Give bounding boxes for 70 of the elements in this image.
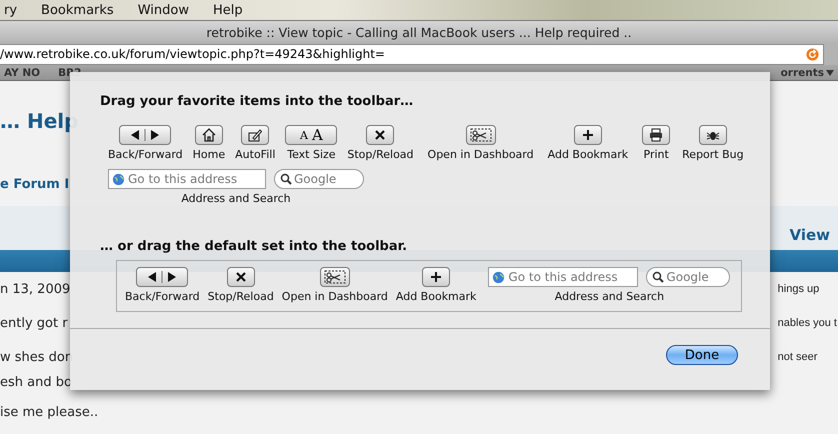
item-label: AutoFill: [235, 148, 276, 161]
plus-icon: [580, 128, 595, 142]
post-text: w shes don: [0, 348, 74, 366]
sheet-heading: Drag your favorite items into the toolbar…: [99, 94, 414, 109]
plus-icon: [429, 270, 444, 284]
topic-heading: … Help: [0, 109, 80, 133]
bug-button[interactable]: [698, 125, 727, 145]
search-icon: [280, 173, 292, 185]
close-icon: [234, 270, 248, 284]
post-text: hings up: [778, 282, 820, 297]
item-label: Address and Search: [181, 192, 291, 205]
post-text: ently got r: [0, 314, 69, 332]
pencil-icon: [248, 128, 262, 142]
back-forward-button[interactable]: [119, 125, 172, 145]
reload-icon[interactable]: [806, 48, 819, 61]
item-label: Stop/Reload: [347, 148, 414, 161]
house-icon: [202, 128, 216, 142]
bookmark-button[interactable]: [574, 125, 602, 145]
stop-button[interactable]: [226, 267, 255, 287]
autofill-button[interactable]: [241, 125, 270, 145]
post-text: esh and bo: [0, 374, 73, 390]
globe-icon: [492, 270, 506, 284]
view-link[interactable]: View: [789, 226, 830, 250]
item-label: Stop/Reload: [208, 290, 274, 303]
back-forward-button[interactable]: [136, 267, 188, 287]
close-icon: [373, 128, 388, 142]
item-label: Open in Dashboard: [428, 148, 534, 161]
menu-item[interactable]: Bookmarks: [41, 2, 114, 18]
done-button[interactable]: Done: [666, 345, 738, 365]
menu-item[interactable]: Window: [138, 2, 189, 18]
stop-button[interactable]: [366, 125, 394, 145]
menu-item[interactable]: ry: [4, 2, 18, 18]
item-label: Add Bookmark: [548, 148, 628, 161]
item-label: Open in Dashboard: [282, 290, 388, 303]
item-label: Text Size: [287, 148, 336, 161]
default-set-box[interactable]: Back/Forward Stop/Reload Open in Dashboard Add Bookmark Go to this address Google Address and Search: [116, 260, 742, 312]
url-field[interactable]: /www.retrobike.co.uk/forum/viewtopic.php?t=49243&highlight=: [0, 44, 824, 65]
post-text: not seer: [778, 350, 818, 365]
item-label: Home: [192, 148, 226, 161]
item-label: Address and Search: [554, 290, 664, 303]
bookmark-link[interactable]: orrents: [780, 66, 824, 79]
item-label: Back/Forward: [125, 290, 200, 303]
dropdown-arrow-icon[interactable]: [826, 70, 834, 76]
item-label: Back/Forward: [108, 148, 183, 161]
search-field[interactable]: Google: [646, 267, 730, 287]
search-field[interactable]: Google: [274, 169, 364, 189]
item-label: Report Bug: [682, 148, 744, 161]
sheet-heading: … or drag the default set into the toolbar.: [99, 239, 408, 254]
post-text: ise me please..: [0, 404, 98, 422]
scissors-icon: [470, 128, 492, 142]
globe-icon: [112, 172, 125, 186]
post-text: n 13, 2009: [0, 280, 72, 298]
address-field[interactable]: Go to this address: [488, 267, 638, 287]
menu-item[interactable]: Help: [212, 2, 243, 18]
bookmark-link[interactable]: BR2: [58, 66, 82, 79]
text-size-button[interactable]: A A: [285, 125, 338, 145]
post-text: nables you t: [778, 316, 837, 331]
item-label: Print: [644, 148, 669, 161]
dashboard-button[interactable]: [320, 267, 350, 287]
home-button[interactable]: [194, 125, 223, 145]
dashboard-button[interactable]: [466, 125, 496, 145]
item-label: Add Bookmark: [396, 290, 476, 303]
bookmark-button[interactable]: [422, 267, 450, 287]
printer-icon: [649, 128, 664, 142]
window-title: retrobike :: View topic - Calling all MacBook users ... Help required ..: [0, 20, 838, 44]
scissors-icon: [324, 270, 346, 284]
search-icon: [652, 271, 664, 283]
bookmark-link[interactable]: AY NO: [4, 66, 40, 79]
address-field[interactable]: Go to this address: [108, 169, 266, 189]
print-button[interactable]: [642, 125, 670, 145]
